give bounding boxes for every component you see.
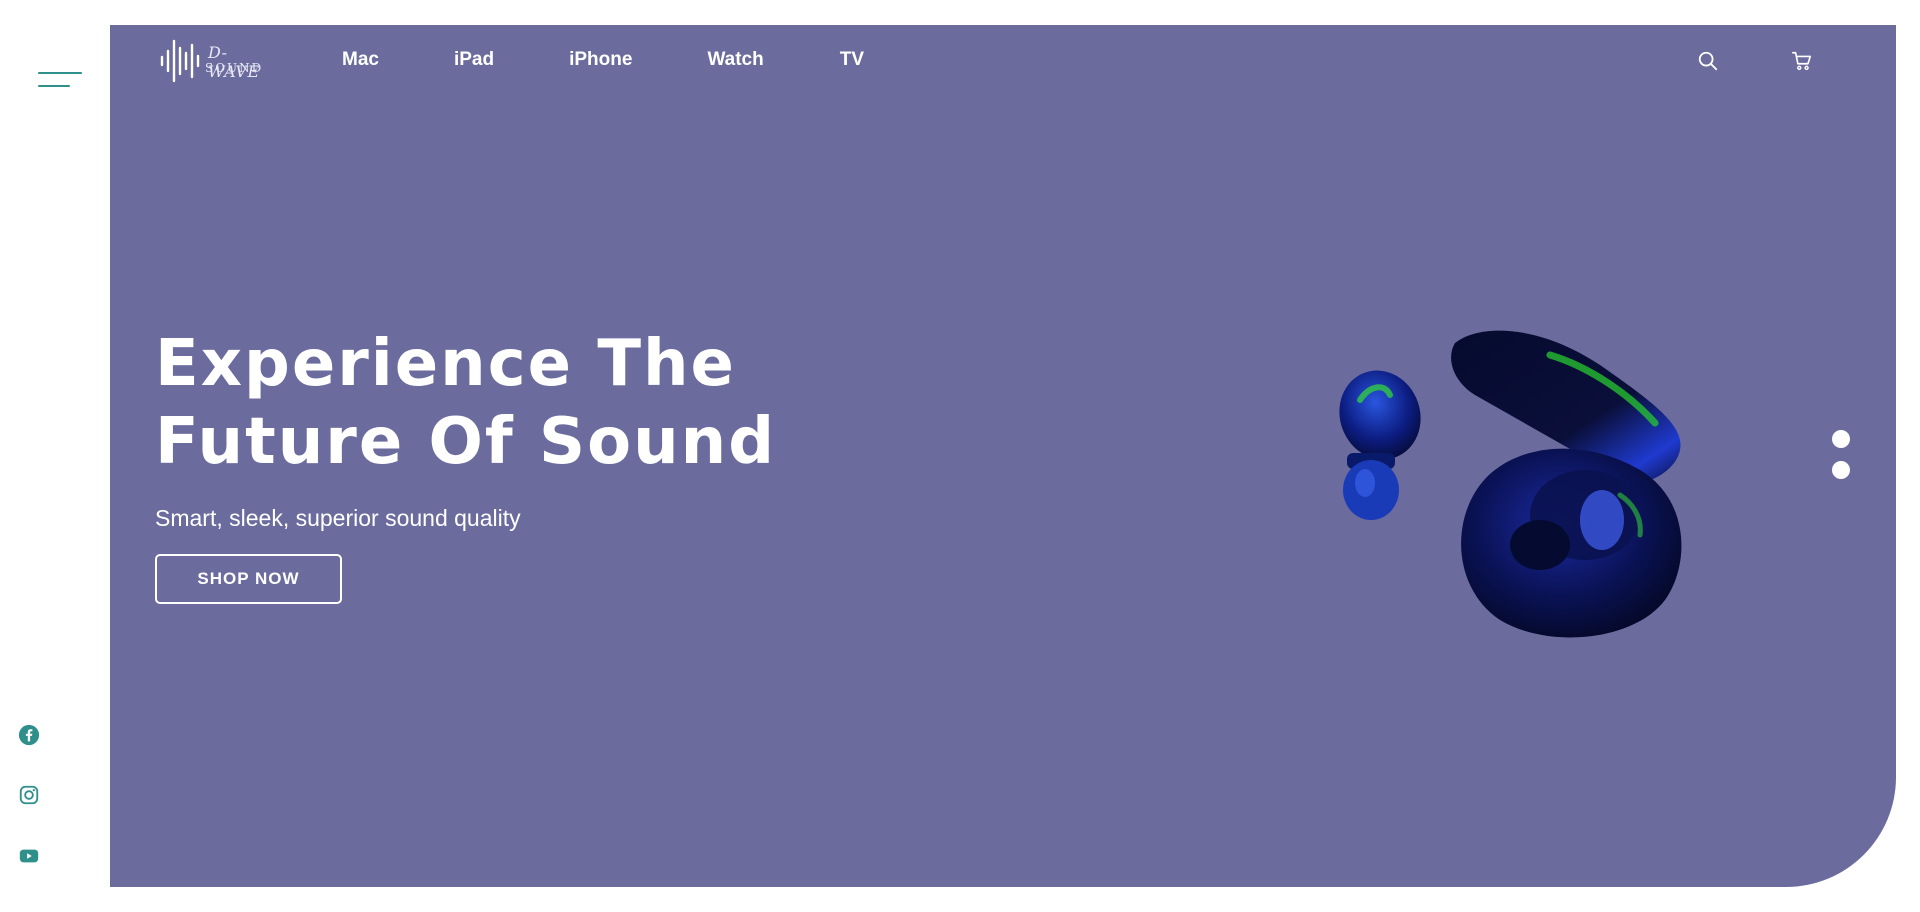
nav-link-watch[interactable]: Watch: [707, 49, 763, 71]
hamburger-menu-icon[interactable]: [38, 70, 82, 90]
facebook-icon[interactable]: [17, 723, 41, 747]
hero-headline-line1: Experience The: [155, 327, 736, 401]
carousel-dot-2[interactable]: [1832, 461, 1850, 479]
search-icon[interactable]: [1696, 49, 1720, 73]
nav-link-tv[interactable]: TV: [840, 49, 864, 71]
brand-name-line2: SOUND: [205, 61, 264, 75]
hero-subheadline: Smart, sleek, superior sound quality: [155, 505, 521, 531]
top-navigation: D-WAVE SOUND Mac iPad iPhone Watch TV: [110, 25, 1896, 100]
instagram-icon[interactable]: [17, 783, 41, 807]
carousel-dot-1[interactable]: [1832, 430, 1850, 448]
nav-link-iphone[interactable]: iPhone: [569, 49, 632, 71]
hero-banner: D-WAVE SOUND Mac iPad iPhone Watch TV Ex…: [110, 25, 1896, 887]
soundwave-logo-icon: [160, 39, 200, 83]
nav-link-mac[interactable]: Mac: [342, 49, 379, 71]
menu-line: [38, 72, 82, 74]
shop-now-button[interactable]: SHOP NOW: [155, 554, 342, 604]
earbuds-product-image: [1210, 305, 1710, 665]
left-sidebar: [0, 0, 110, 912]
nav-link-ipad[interactable]: iPad: [454, 49, 494, 71]
brand-logo[interactable]: D-WAVE SOUND: [158, 39, 268, 83]
youtube-icon[interactable]: [17, 844, 41, 868]
main-nav: Mac iPad iPhone Watch TV: [342, 49, 864, 71]
hero-copy: Experience The Future Of Sound Smart, sl…: [155, 325, 776, 604]
hero-headline-line2: Future Of Sound: [155, 405, 777, 479]
menu-line: [38, 85, 70, 87]
carousel-pagination: [1832, 430, 1850, 492]
hero-headline: Experience The Future Of Sound: [155, 325, 776, 481]
cart-icon[interactable]: [1790, 49, 1814, 73]
